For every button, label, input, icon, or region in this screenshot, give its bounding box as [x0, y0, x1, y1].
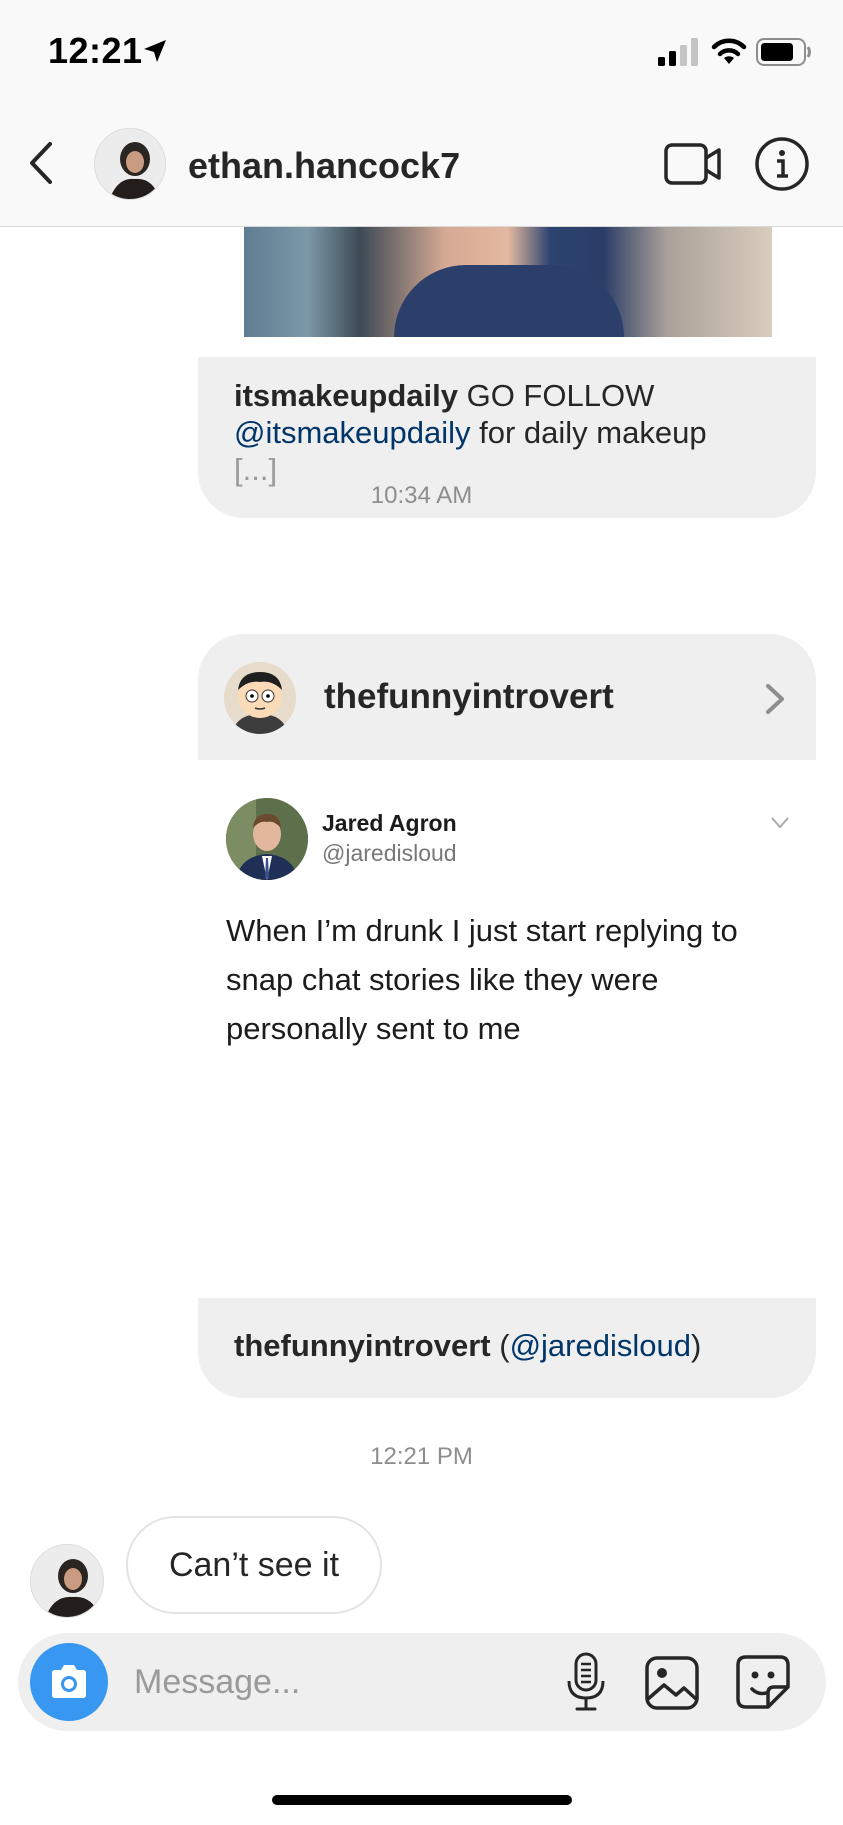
avatar[interactable]: [224, 662, 296, 734]
tweet-author-name: Jared Agron: [322, 810, 457, 836]
info-icon[interactable]: [754, 136, 810, 192]
chat-username[interactable]: ethan.hancock7: [188, 145, 460, 187]
tweet-text: When I’m drunk I just start replying to …: [226, 913, 738, 1046]
avatar[interactable]: [94, 128, 166, 200]
message-input[interactable]: [134, 1655, 554, 1709]
location-arrow-icon: [144, 40, 166, 62]
profile-photo-icon: [95, 129, 165, 199]
wifi-icon: [711, 38, 747, 64]
cartoon-avatar-icon: [224, 662, 296, 734]
caption-text: (: [490, 1328, 510, 1363]
shared-post-card[interactable]: thefunnyintrovert Jared Agron @jaredislo…: [198, 634, 816, 1398]
person-photo-icon: [226, 798, 308, 880]
post-caption: thefunnyintrovert (@jaredisloud): [234, 1328, 701, 1364]
gallery-icon[interactable]: [644, 1655, 700, 1711]
message-timestamp: 12:21 PM: [370, 1443, 473, 1470]
caption-text: GO FOLLOW: [457, 378, 655, 413]
message-timestamp: 10:34 AM: [370, 482, 473, 509]
shared-post-header[interactable]: thefunnyintrovert: [198, 634, 816, 760]
avatar[interactable]: [30, 1544, 104, 1618]
caption-text: for daily makeup: [470, 415, 707, 450]
caption-text: ): [690, 1328, 702, 1363]
microphone-icon[interactable]: [564, 1651, 608, 1713]
profile-photo-icon: [31, 1545, 103, 1617]
shared-post-username[interactable]: thefunnyintrovert: [324, 677, 614, 717]
received-message-bubble[interactable]: Can’t see it: [126, 1516, 382, 1614]
home-indicator[interactable]: [272, 1795, 572, 1805]
chevron-down-icon: [771, 817, 789, 829]
status-bar: 12:21: [0, 0, 843, 100]
status-time: 12:21: [48, 30, 143, 71]
sticker-icon[interactable]: [734, 1653, 792, 1711]
camera-button[interactable]: [30, 1643, 108, 1721]
post-media-area: [198, 227, 816, 357]
caption-mention[interactable]: @jaredisloud: [510, 1328, 691, 1363]
post-image[interactable]: [244, 227, 772, 337]
post-caption: itsmakeupdaily GO FOLLOW @itsmakeupdaily…: [234, 377, 794, 488]
shared-post-card[interactable]: itsmakeupdaily GO FOLLOW @itsmakeupdaily…: [198, 227, 816, 518]
battery-icon: [756, 38, 811, 66]
caption-username[interactable]: thefunnyintrovert: [234, 1328, 491, 1363]
back-chevron-icon[interactable]: [24, 138, 60, 188]
cellular-signal-icon: [658, 38, 698, 66]
chat-header: ethan.hancock7: [0, 100, 843, 227]
tweet-author-handle: @jaredisloud: [322, 840, 457, 866]
caption-username[interactable]: itsmakeupdaily: [234, 378, 458, 413]
tweet-avatar: [226, 798, 308, 880]
camera-icon: [52, 1665, 86, 1698]
video-call-icon[interactable]: [664, 142, 722, 186]
caption-mention[interactable]: @itsmakeupdaily: [234, 415, 471, 450]
message-composer: [18, 1633, 826, 1731]
chevron-right-icon[interactable]: [764, 682, 786, 716]
